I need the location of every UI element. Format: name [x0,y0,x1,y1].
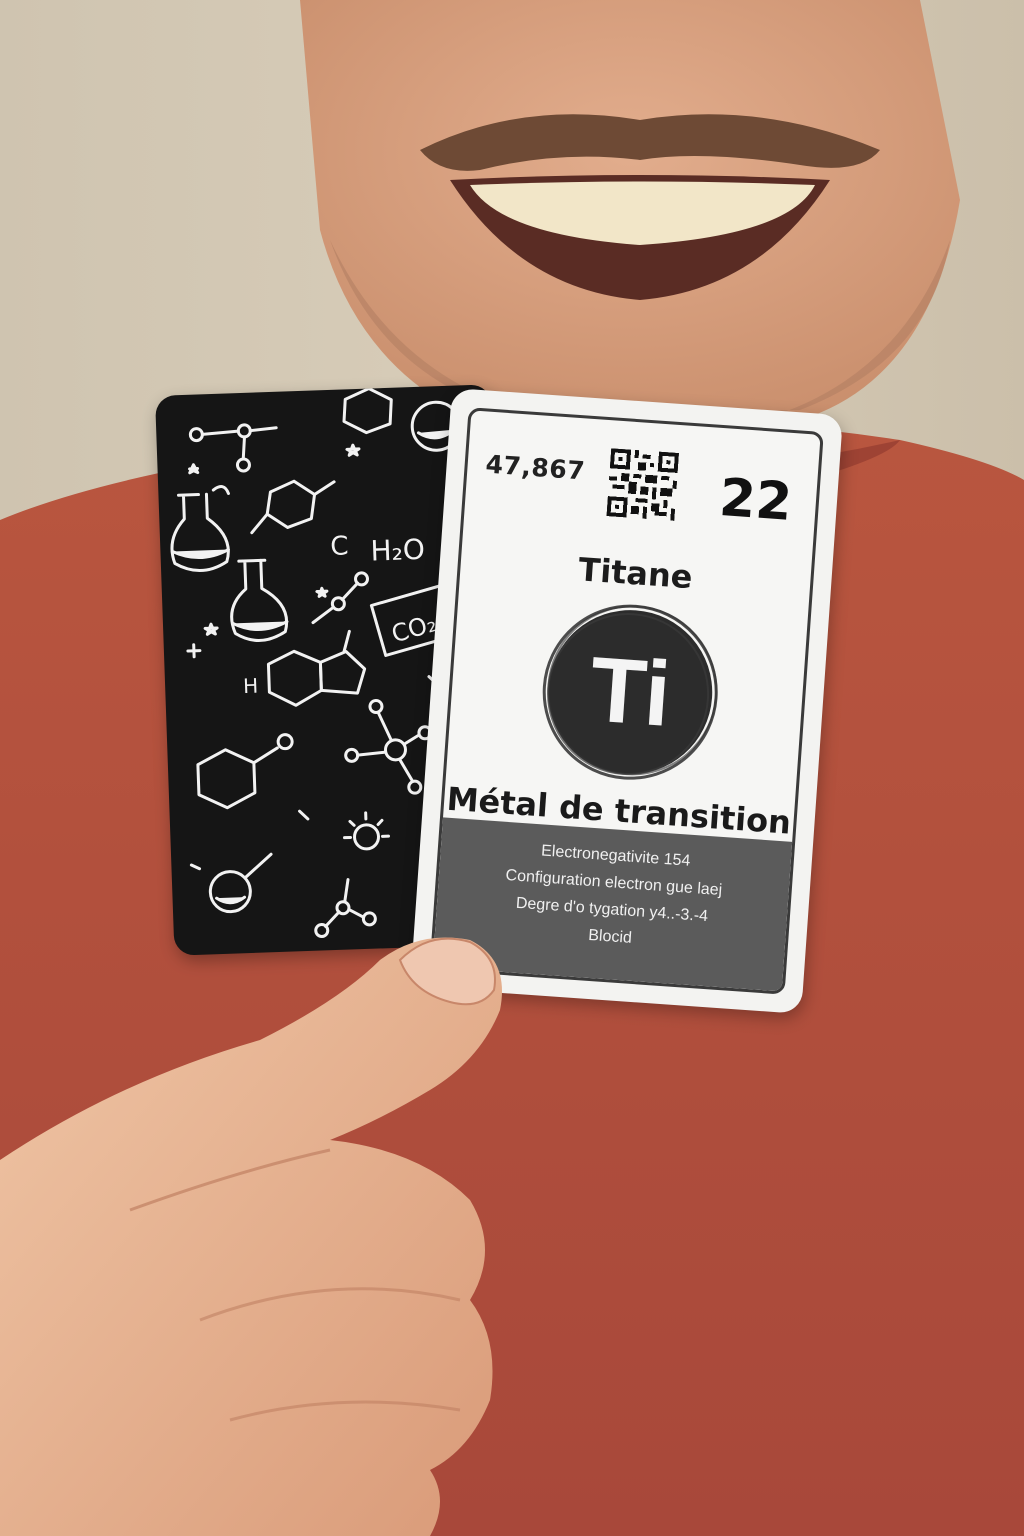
card-frame: 47,867 22 Titane Ti Métal de transition … [429,407,824,995]
atomic-number: 22 [717,468,794,533]
photo-scene: H₂O C CO₂ H 47,867 22 Titane Ti Métal de… [0,0,1024,1536]
element-card-titane[interactable]: 47,867 22 Titane Ti Métal de transition … [410,388,844,1014]
properties-band: Electronegativite 154 Configuration elec… [432,817,793,992]
svg-text:H: H [243,674,259,699]
doodle-carbon: C [330,531,349,562]
element-symbol: Ti [586,638,674,746]
qr-code-icon[interactable] [606,448,680,521]
atomic-mass: 47,867 [484,449,587,486]
doodle-h2o: H₂O [370,533,425,568]
element-name: Titane [577,550,694,597]
